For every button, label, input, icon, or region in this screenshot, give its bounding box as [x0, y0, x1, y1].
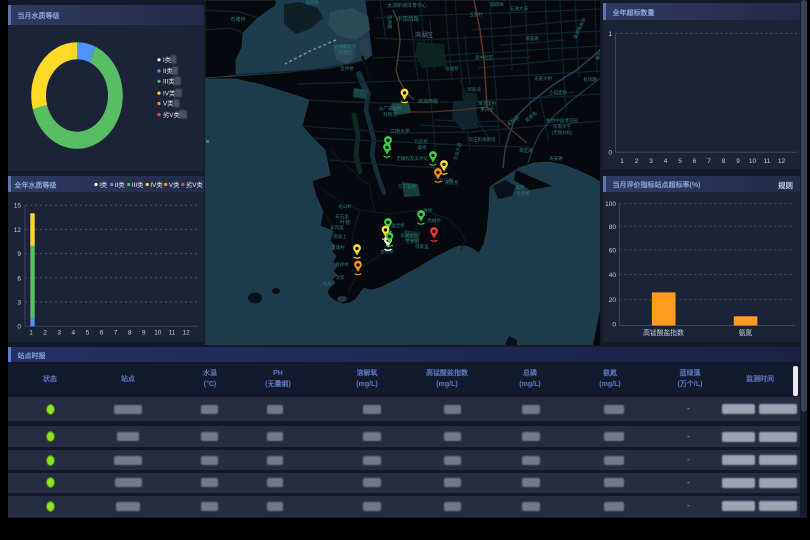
svg-text:太湖鼋头渚: 太湖鼋头渚: [334, 43, 357, 50]
svg-text:10: 10: [154, 330, 162, 337]
svg-text:蠡宝桥: 蠡宝桥: [391, 222, 405, 229]
svg-text:I类: I类: [163, 55, 172, 64]
svg-text:长广溪湿地: 长广溪湿地: [379, 105, 402, 112]
svg-text:南泉上: 南泉上: [333, 233, 347, 239]
svg-text:清晏路: 清晏路: [525, 35, 539, 42]
svg-text:惠风桥: 惠风桥: [480, 106, 494, 113]
svg-text:邱家湾: 邱家湾: [467, 86, 481, 93]
svg-text:8: 8: [722, 158, 726, 165]
svg-text:11: 11: [764, 158, 771, 165]
svg-text:4: 4: [71, 330, 75, 337]
svg-text:40: 40: [609, 272, 617, 279]
svg-text:2: 2: [635, 158, 639, 165]
svg-text:劣V类: 劣V类: [163, 110, 180, 119]
svg-text:9: 9: [142, 330, 146, 337]
svg-text:20: 20: [609, 297, 617, 304]
svg-text:12: 12: [182, 330, 190, 337]
svg-text:0: 0: [17, 324, 21, 331]
svg-text:11: 11: [169, 330, 176, 337]
svg-text:都郡路: 都郡路: [490, 1, 504, 8]
svg-text:5: 5: [678, 158, 682, 165]
svg-text:龙山岭: 龙山岭: [338, 203, 352, 210]
svg-text:滨湖区: 滨湖区: [415, 31, 433, 39]
svg-text:太湖新城体育中心: 太湖新城体育中心: [387, 2, 427, 9]
svg-text:6: 6: [100, 330, 104, 337]
svg-text:隐秀路: 隐秀路: [386, 15, 393, 29]
svg-text:60: 60: [609, 247, 617, 254]
svg-text:青桥: 青桥: [424, 207, 433, 214]
svg-text:五湖大道: 五湖大道: [510, 5, 528, 12]
svg-text:10: 10: [749, 158, 757, 165]
svg-text:张塘桥: 张塘桥: [445, 65, 459, 72]
svg-text:12: 12: [778, 158, 786, 165]
svg-text:0: 0: [608, 150, 612, 157]
svg-text:II类: II类: [163, 66, 173, 75]
svg-text:中南西路: 中南西路: [397, 15, 420, 23]
svg-text:2: 2: [43, 330, 47, 337]
svg-text:1: 1: [620, 158, 624, 165]
svg-text:小白定桥: 小白定桥: [549, 89, 567, 96]
svg-text:6: 6: [693, 158, 697, 165]
svg-text:梁中社区: 梁中社区: [475, 54, 493, 61]
svg-text:5: 5: [86, 330, 90, 337]
svg-text:焦埠: 焦埠: [516, 184, 525, 191]
svg-text:4: 4: [664, 158, 668, 165]
svg-text:沈家: 沈家: [336, 274, 345, 281]
svg-text:柏悦中国博览园: 柏悦中国博览园: [546, 117, 578, 124]
svg-text:8: 8: [128, 330, 132, 337]
svg-text:宝界桥: 宝界桥: [340, 65, 354, 72]
svg-text:7: 7: [114, 330, 118, 337]
svg-text:9: 9: [17, 251, 21, 258]
svg-text:石塘桥: 石塘桥: [230, 16, 245, 23]
svg-text:80: 80: [609, 224, 617, 231]
svg-text:15: 15: [14, 203, 22, 210]
svg-text:1: 1: [608, 31, 612, 38]
svg-text:3: 3: [649, 158, 653, 165]
svg-text:吴塘村: 吴塘村: [331, 244, 345, 251]
svg-text:3: 3: [17, 300, 21, 307]
svg-text:薛家里: 薛家里: [415, 243, 429, 250]
svg-text:1: 1: [29, 330, 33, 337]
svg-text:乌丁石桥: 乌丁石桥: [398, 183, 416, 190]
svg-text:白石里: 白石里: [335, 213, 349, 220]
svg-text:青杨桥: 青杨桥: [335, 261, 349, 268]
svg-text:叶巷: 叶巷: [340, 219, 350, 226]
svg-text:华庄影视剧场: 华庄影视剧场: [469, 136, 496, 143]
svg-text:周娘桥: 周娘桥: [427, 217, 441, 224]
svg-text:无锡程及美术馆: 无锡程及美术馆: [396, 155, 428, 162]
svg-text:机场路: 机场路: [583, 76, 597, 83]
svg-text:0: 0: [612, 322, 616, 329]
svg-text:九龙: 九龙: [323, 280, 332, 287]
svg-text:高浪西路: 高浪西路: [418, 98, 438, 105]
svg-text:100: 100: [605, 201, 616, 208]
svg-text:南花桥: 南花桥: [445, 179, 459, 186]
svg-text:精湛里桥: 精湛里桥: [478, 100, 496, 107]
svg-text:氨氮: 氨氮: [739, 328, 753, 337]
svg-text:寿安路: 寿安路: [549, 155, 563, 162]
svg-text:科教馆: 科教馆: [383, 111, 397, 118]
svg-text:社埭桥: 社埭桥: [516, 190, 530, 197]
svg-text:天鹅大桥: 天鹅大桥: [534, 75, 552, 82]
svg-text:北庄桥: 北庄桥: [414, 138, 428, 145]
svg-text:9: 9: [736, 158, 740, 165]
svg-text:V类: V类: [163, 99, 174, 108]
svg-text:五星村: 五星村: [469, 11, 483, 17]
svg-text:6: 6: [17, 275, 21, 282]
svg-text:蠡桥: 蠡桥: [418, 144, 427, 151]
svg-text:江南大学: 江南大学: [390, 128, 410, 135]
svg-text:III类: III类: [163, 77, 175, 86]
svg-text:12: 12: [14, 227, 22, 234]
svg-text:高锰酸盐指数: 高锰酸盐指数: [643, 328, 684, 337]
svg-text:贡湖文化: 贡湖文化: [400, 232, 418, 239]
svg-text:3: 3: [57, 330, 61, 337]
svg-text:7: 7: [707, 158, 711, 165]
svg-text:东南大学: 东南大学: [553, 123, 571, 130]
svg-text:古杨桥: 古杨桥: [380, 248, 394, 255]
svg-text:典区路: 典区路: [519, 147, 533, 154]
svg-text:(无锡分校): (无锡分校): [552, 129, 573, 136]
svg-text:IV类: IV类: [163, 88, 176, 97]
